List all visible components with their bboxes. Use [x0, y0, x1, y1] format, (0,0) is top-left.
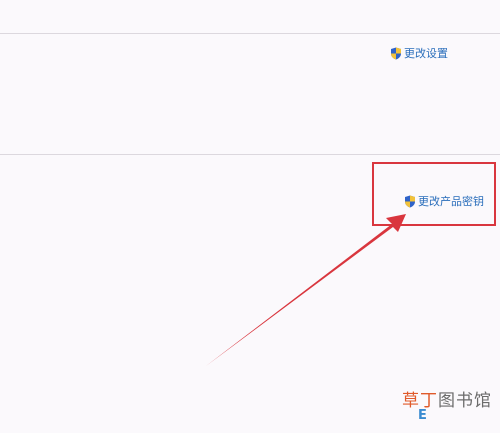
change-settings-link[interactable]: 更改设置	[390, 45, 448, 61]
watermark-rest-text: 图书馆	[438, 391, 492, 411]
section-divider	[0, 154, 500, 155]
watermark-badge: E	[418, 408, 427, 423]
uac-shield-icon	[391, 47, 401, 59]
change-settings-label: 更改设置	[404, 47, 448, 60]
system-properties-page: 更改设置 更改产品密钥 草丁 图书馆 E	[0, 0, 500, 433]
arrow-shape	[206, 214, 406, 366]
highlight-box	[372, 162, 496, 226]
section-divider	[0, 33, 500, 34]
watermark: 草丁 图书馆	[402, 386, 492, 411]
